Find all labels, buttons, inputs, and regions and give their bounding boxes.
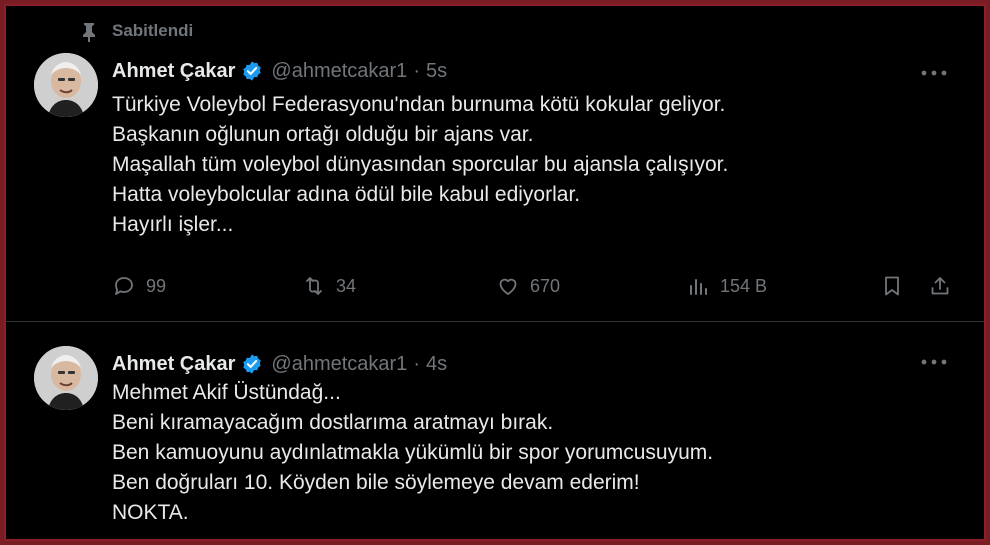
verified-badge-icon (243, 354, 262, 374)
author-name[interactable]: Ahmet Çakar (112, 353, 235, 376)
tweet-header: Ahmet Çakar @ahmetcakar1 · 4s (112, 350, 447, 378)
author-handle[interactable]: @ahmetcakar1 (271, 353, 407, 376)
bookmark-icon (885, 276, 899, 296)
tweet-pinned[interactable]: Sabitlendi Ahmet Çakar @ahmetcakar1 · 5s (6, 6, 984, 322)
verified-badge-icon (243, 61, 262, 81)
share-icon (931, 277, 949, 295)
like-count: 670 (530, 275, 561, 296)
separator: · (413, 352, 420, 375)
pinned-label: Sabitlendi (112, 21, 194, 40)
more-options-icon[interactable] (920, 357, 948, 367)
reply-icon (115, 277, 133, 295)
timestamp[interactable]: 5s (426, 60, 447, 83)
more-options-icon[interactable] (920, 68, 948, 78)
views-chart-icon (690, 279, 707, 295)
views-count: 154 B (720, 275, 768, 296)
tweet-text: Türkiye Voleybol Federasyonu'ndan burnum… (112, 93, 729, 236)
bookmark-button[interactable] (880, 271, 914, 301)
retweet-count: 34 (336, 275, 357, 296)
heart-icon (499, 278, 517, 295)
reply-button[interactable]: 99 (112, 271, 166, 301)
tweet-actions: 99 34 670 154 B (112, 271, 952, 301)
retweet-icon (306, 277, 322, 295)
like-button[interactable]: 670 (496, 271, 560, 301)
pin-icon (83, 23, 95, 42)
tweet-header: Ahmet Çakar @ahmetcakar1 · 5s (112, 57, 447, 85)
reply-count: 99 (146, 275, 167, 296)
timestamp[interactable]: 4s (426, 353, 447, 376)
author-name[interactable]: Ahmet Çakar (112, 60, 235, 83)
tweet-timeline: Sabitlendi Ahmet Çakar @ahmetcakar1 · 5s (4, 4, 986, 541)
tweet[interactable]: Ahmet Çakar @ahmetcakar1 · 4s Mehmet Aki… (6, 323, 984, 539)
share-button[interactable] (928, 271, 962, 301)
avatar[interactable] (34, 53, 98, 117)
separator: · (413, 59, 420, 82)
author-handle[interactable]: @ahmetcakar1 (271, 60, 407, 83)
avatar[interactable] (34, 346, 98, 410)
tweet-text: Mehmet Akif Üstündağ... Beni kıramayacağ… (112, 381, 714, 524)
views-button[interactable]: 154 B (686, 271, 767, 301)
retweet-button[interactable]: 34 (302, 271, 356, 301)
